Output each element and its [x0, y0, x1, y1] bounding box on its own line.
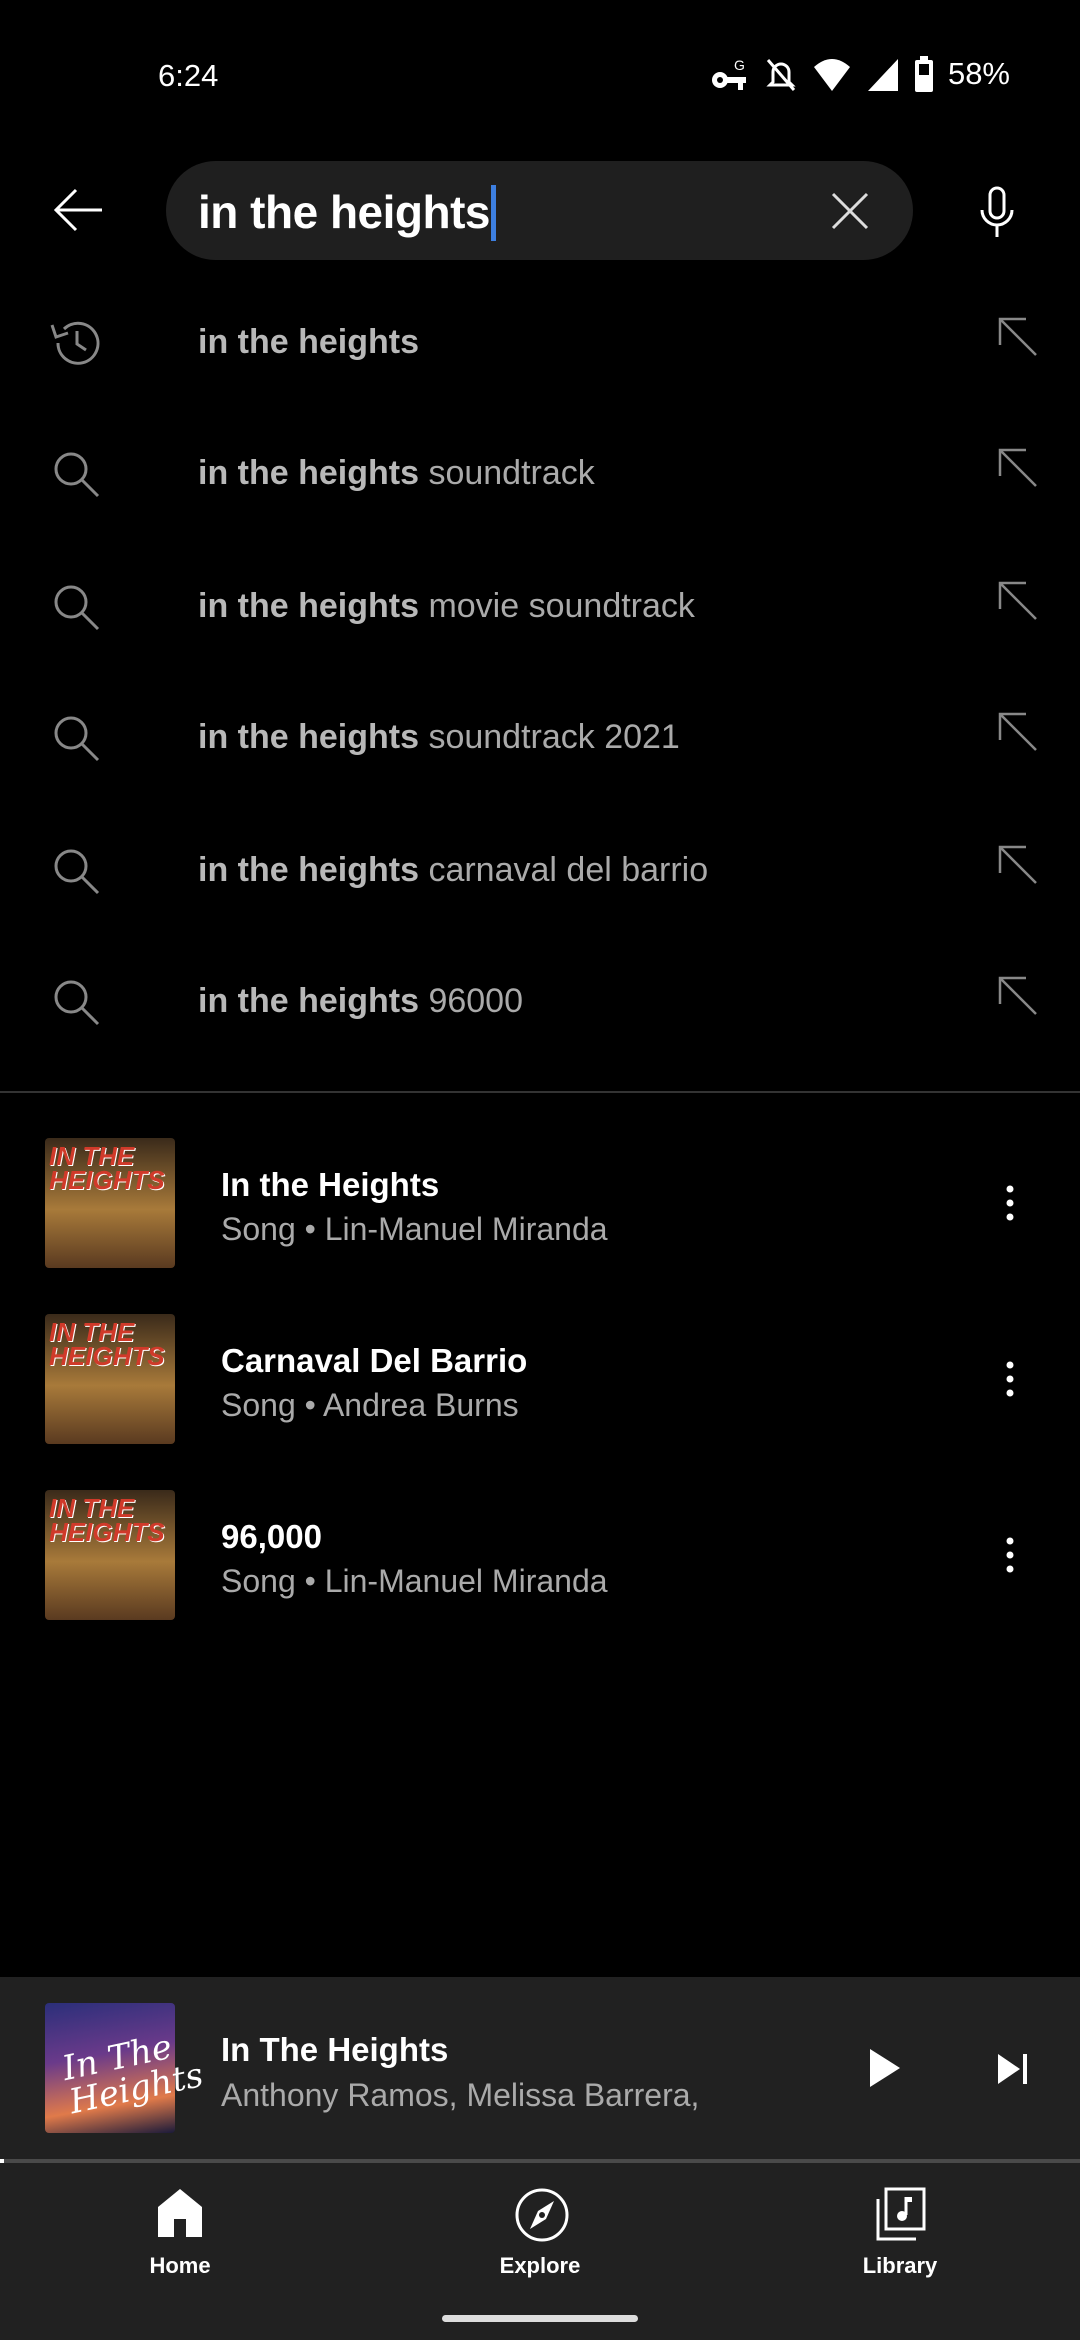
battery-percent: 58%	[947, 56, 1010, 91]
suggestion-text: in the heights soundtrack	[198, 454, 595, 492]
song-subtitle: Song • Lin-Manuel Miranda	[221, 1563, 608, 1599]
fill-query-arrow-icon[interactable]	[996, 710, 1040, 754]
now-playing-title: In The Heights	[221, 2031, 449, 2068]
back-arrow-icon[interactable]	[52, 188, 104, 232]
suggestion-item[interactable]: in the heights movie soundtrack	[0, 541, 1080, 673]
library-music-icon	[876, 2187, 926, 2241]
suggestion-item[interactable]: in the heights	[0, 277, 1080, 409]
search-icon	[54, 716, 100, 762]
fill-query-arrow-icon[interactable]	[996, 843, 1040, 887]
suggestion-item[interactable]: in the heights soundtrack	[0, 408, 1080, 540]
fill-query-arrow-icon[interactable]	[996, 315, 1040, 359]
song-result[interactable]: IN THE HEIGHTS In the Heights Song • Lin…	[0, 1138, 1080, 1314]
search-icon	[54, 452, 100, 498]
status-time: 6:24	[158, 58, 219, 93]
search-icon	[54, 585, 100, 631]
song-result[interactable]: IN THE HEIGHTS 96,000 Song • Lin-Manuel …	[0, 1490, 1080, 1666]
fill-query-arrow-icon[interactable]	[996, 446, 1040, 490]
suggestion-text: in the heights	[198, 323, 419, 361]
suggestion-text: in the heights movie soundtrack	[198, 587, 695, 625]
song-result[interactable]: IN THE HEIGHTS Carnaval Del Barrio Song …	[0, 1314, 1080, 1490]
nav-home[interactable]: Home	[80, 2163, 280, 2303]
suggestion-item[interactable]: in the heights carnaval del barrio	[0, 805, 1080, 937]
wifi-icon	[813, 59, 850, 91]
song-subtitle: Song • Andrea Burns	[221, 1387, 519, 1423]
suggestion-item[interactable]: in the heights 96000	[0, 936, 1080, 1068]
now-playing-artists: Anthony Ramos, Melissa Barrera,	[221, 2077, 700, 2113]
nav-explore[interactable]: Explore	[440, 2163, 640, 2303]
now-playing-album-art: In The Heights	[45, 2003, 207, 2133]
album-art: IN THE HEIGHTS	[45, 1138, 175, 1268]
suggestion-item[interactable]: in the heights soundtrack 2021	[0, 672, 1080, 804]
signal-icon	[867, 59, 898, 91]
suggestion-text: in the heights 96000	[198, 982, 523, 1020]
more-options-icon[interactable]	[1000, 1183, 1020, 1223]
play-icon[interactable]	[868, 2047, 902, 2089]
fill-query-arrow-icon[interactable]	[996, 974, 1040, 1018]
album-art: IN THE HEIGHTS	[45, 1314, 175, 1444]
song-title: Carnaval Del Barrio	[221, 1342, 528, 1379]
suggestion-text: in the heights carnaval del barrio	[198, 851, 709, 889]
search-icon	[54, 980, 100, 1026]
svg-text:G: G	[734, 57, 745, 73]
album-art: IN THE HEIGHTS	[45, 1490, 175, 1620]
search-icon	[54, 849, 100, 895]
song-title: 96,000	[221, 1518, 322, 1555]
home-indicator[interactable]	[442, 2315, 638, 2322]
status-bar: 6:24 G 58%	[0, 50, 1080, 102]
search-query: in the heights	[198, 186, 491, 238]
history-icon	[50, 321, 100, 365]
bottom-nav: Home Explore Library	[0, 2163, 1080, 2340]
more-options-icon[interactable]	[1000, 1535, 1020, 1575]
more-options-icon[interactable]	[1000, 1359, 1020, 1399]
search-input[interactable]: in the heights	[166, 161, 913, 260]
home-icon	[158, 2189, 202, 2237]
battery-icon	[914, 56, 933, 92]
text-caret	[491, 184, 496, 241]
song-title: In the Heights	[221, 1166, 440, 1203]
compass-icon	[515, 2188, 569, 2242]
suggestion-text: in the heights soundtrack 2021	[198, 718, 680, 756]
song-subtitle: Song • Lin-Manuel Miranda	[221, 1211, 608, 1247]
microphone-icon[interactable]	[978, 186, 1016, 238]
vpn-key-icon: G	[711, 57, 746, 90]
mini-player[interactable]: In The Heights In The Heights Anthony Ra…	[0, 1977, 1080, 2162]
nav-library[interactable]: Library	[800, 2163, 1000, 2303]
divider	[0, 1091, 1080, 1093]
clear-icon[interactable]	[830, 191, 870, 231]
bell-off-icon	[766, 59, 796, 91]
skip-next-icon[interactable]	[996, 2052, 1030, 2086]
fill-query-arrow-icon[interactable]	[996, 579, 1040, 623]
